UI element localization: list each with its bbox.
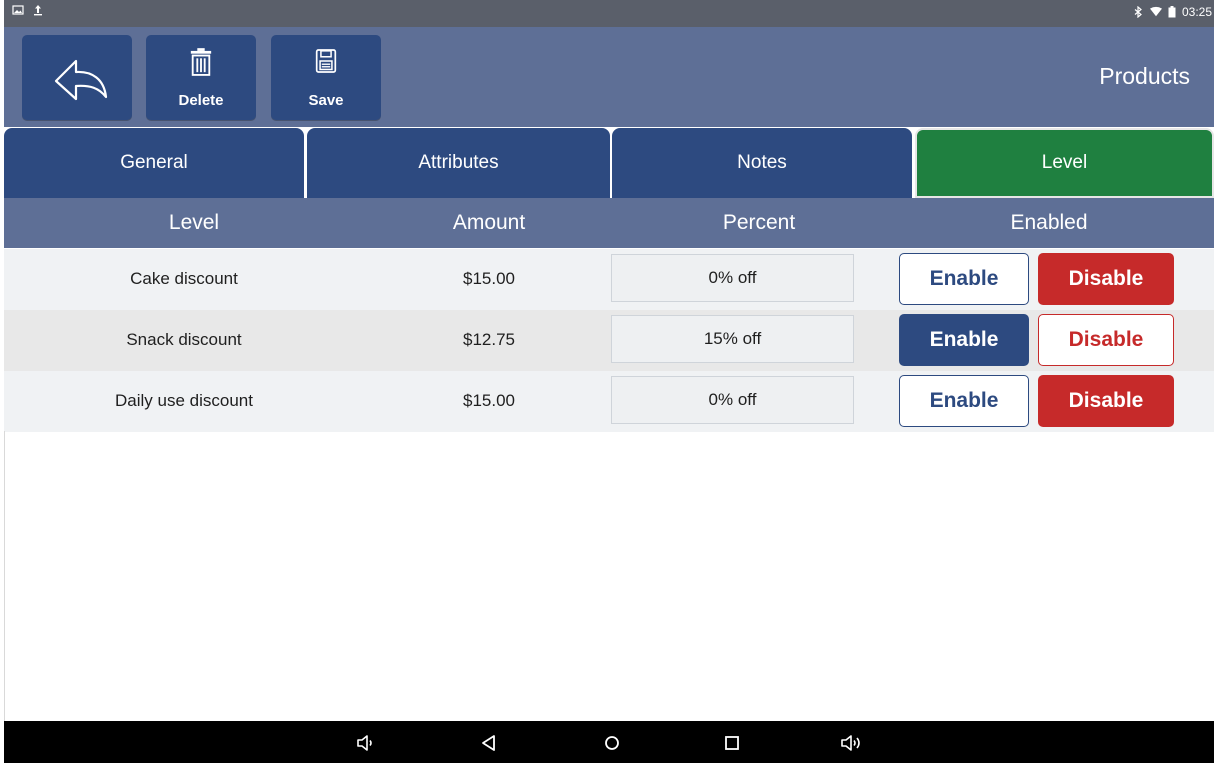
tab-attributes[interactable]: Attributes — [307, 128, 610, 198]
header-enabled: Enabled — [1010, 211, 1088, 234]
status-left — [12, 4, 44, 16]
recents-icon[interactable] — [722, 733, 742, 753]
level-name: Daily use discount — [115, 391, 253, 410]
delete-label: Delete — [178, 92, 224, 109]
volume-up-icon[interactable] — [840, 733, 866, 753]
volume-down-icon[interactable] — [356, 733, 376, 753]
enable-button[interactable]: Enable — [899, 253, 1029, 305]
image-icon — [12, 5, 24, 15]
disable-button[interactable]: Disable — [1038, 375, 1174, 427]
save-button[interactable]: Save — [271, 35, 381, 120]
back-arrow-icon — [54, 59, 108, 101]
table-row: Snack discount $12.75 15% off Enable Dis… — [4, 310, 1214, 371]
save-label: Save — [308, 92, 344, 109]
percent-field[interactable]: 0% off — [611, 376, 854, 424]
level-name: Cake discount — [130, 269, 238, 288]
status-right: 03:25 — [1132, 5, 1212, 19]
delete-button[interactable]: Delete — [146, 35, 256, 120]
percent-field[interactable]: 0% off — [611, 254, 854, 302]
tab-level[interactable]: Level — [915, 128, 1214, 198]
header-percent: Percent — [722, 211, 796, 234]
amount-value: $15.00 — [463, 391, 515, 410]
save-icon — [271, 47, 381, 81]
enable-button[interactable]: Enable — [899, 375, 1029, 427]
disable-button[interactable]: Disable — [1038, 314, 1174, 366]
amount-value: $15.00 — [463, 269, 515, 288]
wifi-icon — [1149, 6, 1162, 17]
table-row: Cake discount $15.00 0% off Enable Disab… — [4, 249, 1214, 310]
table-header: Level Amount Percent Enabled — [4, 198, 1214, 248]
percent-field[interactable]: 15% off — [611, 315, 854, 363]
back-button[interactable] — [22, 35, 132, 120]
tab-bar: General Attributes Notes Level — [4, 128, 1214, 198]
status-bar: 03:25 — [0, 0, 1214, 27]
header-level: Level — [168, 211, 220, 234]
back-icon[interactable] — [479, 733, 499, 753]
tab-notes[interactable]: Notes — [612, 128, 912, 198]
tab-general[interactable]: General — [4, 128, 304, 198]
header-amount: Amount — [452, 211, 526, 234]
table-row: Daily use discount $15.00 0% off Enable … — [4, 371, 1214, 432]
clock: 03:25 — [1181, 5, 1212, 19]
disable-button[interactable]: Disable — [1038, 253, 1174, 305]
navigation-bar — [4, 721, 1214, 763]
enable-button[interactable]: Enable — [899, 314, 1029, 366]
amount-value: $12.75 — [463, 330, 515, 349]
bluetooth-icon — [1134, 6, 1142, 18]
toolbar: Delete Save Products — [4, 27, 1214, 127]
page-title: Products — [1099, 63, 1190, 89]
upload-icon — [34, 5, 42, 16]
content-divider — [4, 431, 5, 721]
level-name: Snack discount — [126, 330, 242, 349]
battery-icon — [1168, 6, 1176, 18]
trash-icon — [146, 47, 256, 81]
home-icon[interactable] — [602, 733, 622, 753]
